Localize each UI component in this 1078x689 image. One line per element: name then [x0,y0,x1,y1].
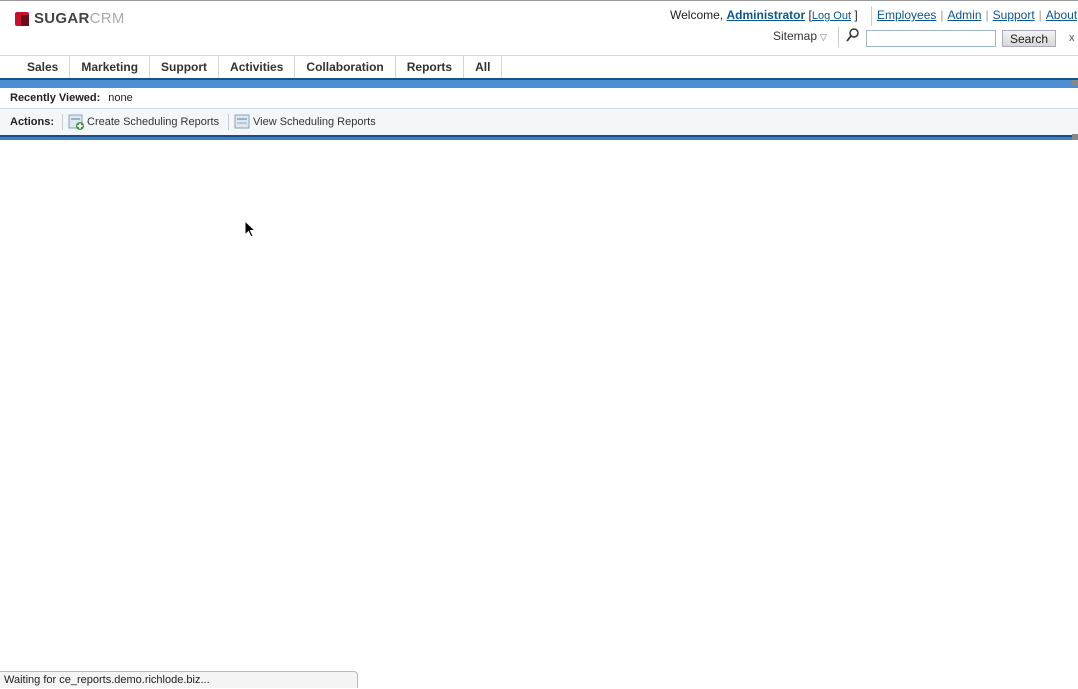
welcome-prefix: Welcome, [670,8,724,22]
employees-link[interactable]: Employees [877,8,936,22]
support-link[interactable]: Support [993,8,1035,22]
tab-marketing[interactable]: Marketing [70,56,151,78]
sitemap-menu[interactable]: Sitemap ▽ [773,29,827,43]
actions-label: Actions: [10,116,54,128]
user-name-link[interactable]: Administrator [726,8,805,22]
view-scheduling-reports-action[interactable]: View Scheduling Reports [234,114,376,130]
nav-blue-bar [0,78,1078,88]
resize-grip[interactable] [1072,134,1078,140]
view-report-icon [234,114,250,129]
tab-reports[interactable]: Reports [396,56,465,78]
search-button[interactable]: Search [1002,30,1056,47]
admin-link[interactable]: Admin [948,8,982,22]
recently-viewed-value: none [108,92,133,104]
create-scheduling-reports-action[interactable]: Create Scheduling Reports [68,114,219,130]
create-report-icon [68,114,84,130]
top-links: Employees | Admin | Support | About [877,8,1078,22]
header-divider [871,6,872,26]
recently-viewed-label: Recently Viewed: [10,92,101,104]
welcome-message: Welcome, Administrator [Log Out ] [670,8,858,22]
actions-divider [228,114,229,130]
content-top-bar [0,135,1078,140]
mouse-cursor-icon [244,220,257,238]
tab-sales[interactable]: Sales [16,56,71,78]
search-input[interactable] [866,30,996,47]
sugarcrm-logo[interactable]: SUGARCRM [15,10,125,27]
actions-bar: Actions: Create Scheduling Reports View … [0,110,1078,135]
tab-all[interactable]: All [464,56,503,78]
create-scheduling-reports-label: Create Scheduling Reports [87,116,220,128]
search-icon[interactable] [845,27,861,43]
module-tabs: Sales Marketing Support Activities Colla… [0,56,1078,78]
tab-support[interactable]: Support [150,56,220,78]
tab-activities[interactable]: Activities [219,56,296,78]
tab-collaboration[interactable]: Collaboration [295,56,396,78]
logo-cube-icon [15,11,29,26]
search-divider [838,27,839,47]
sitemap-dropdown-icon: ▽ [820,32,827,42]
about-link[interactable]: About [1046,8,1077,22]
actions-divider [62,114,63,130]
resize-grip[interactable] [1072,80,1078,86]
page-top-border [0,0,1078,1]
recently-viewed: Recently Viewed: none [10,92,133,104]
logout-link[interactable]: Log Out [812,10,851,22]
sitemap-label: Sitemap [773,29,818,43]
logout-bracket-close: ] [854,8,858,22]
divider [0,108,1078,109]
logo-text: SUGARCRM [34,10,125,27]
close-icon[interactable]: x [1069,32,1075,44]
browser-status-bar: Waiting for ce_reports.demo.richlode.biz… [0,671,358,688]
view-scheduling-reports-label: View Scheduling Reports [253,116,376,128]
